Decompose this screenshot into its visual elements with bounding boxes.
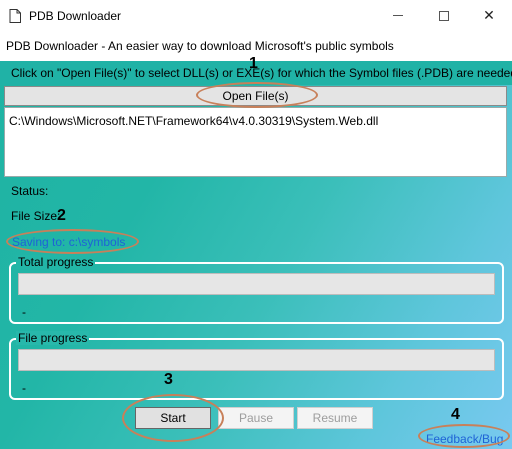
annotation-number-3: 3 [164,371,173,388]
status-label: Status: [11,184,49,198]
annotation-ellipse-open-files [196,82,318,108]
total-progress-text: - [22,305,26,319]
pause-button[interactable]: Pause [218,407,294,429]
annotation-ellipse-saving-to [6,229,139,254]
file-progress-group: File progress - [9,331,504,400]
total-progress-group: Total progress - [9,255,504,324]
close-icon: ✕ [483,7,495,23]
annotation-ellipse-feedback [418,424,510,448]
close-button[interactable]: ✕ [466,0,512,31]
annotation-number-1: 1 [249,55,258,72]
instruction-text: Click on "Open File(s)" to select DLL(s)… [11,66,512,80]
file-progress-text: - [22,381,26,395]
document-icon [9,9,21,23]
list-item[interactable]: C:\Windows\Microsoft.NET\Framework64\v4.… [9,114,378,128]
app-subtitle: PDB Downloader - An easier way to downlo… [6,39,394,53]
total-progress-bar [18,273,495,295]
file-list[interactable]: C:\Windows\Microsoft.NET\Framework64\v4.… [4,107,507,177]
file-size-label: File Size: [11,209,61,223]
annotation-ellipse-start [122,394,224,442]
minimize-icon [393,15,403,16]
annotation-number-2: 2 [57,207,66,224]
minimize-button[interactable] [375,0,421,31]
annotation-number-4: 4 [451,406,460,423]
resume-button[interactable]: Resume [297,407,373,429]
title-bar: PDB Downloader ✕ [0,0,512,31]
maximize-button[interactable] [421,0,467,31]
total-progress-label: Total progress [16,255,96,269]
window-title: PDB Downloader [29,9,122,23]
file-progress-label: File progress [16,331,90,345]
file-progress-bar [18,349,495,371]
maximize-icon [439,10,449,21]
